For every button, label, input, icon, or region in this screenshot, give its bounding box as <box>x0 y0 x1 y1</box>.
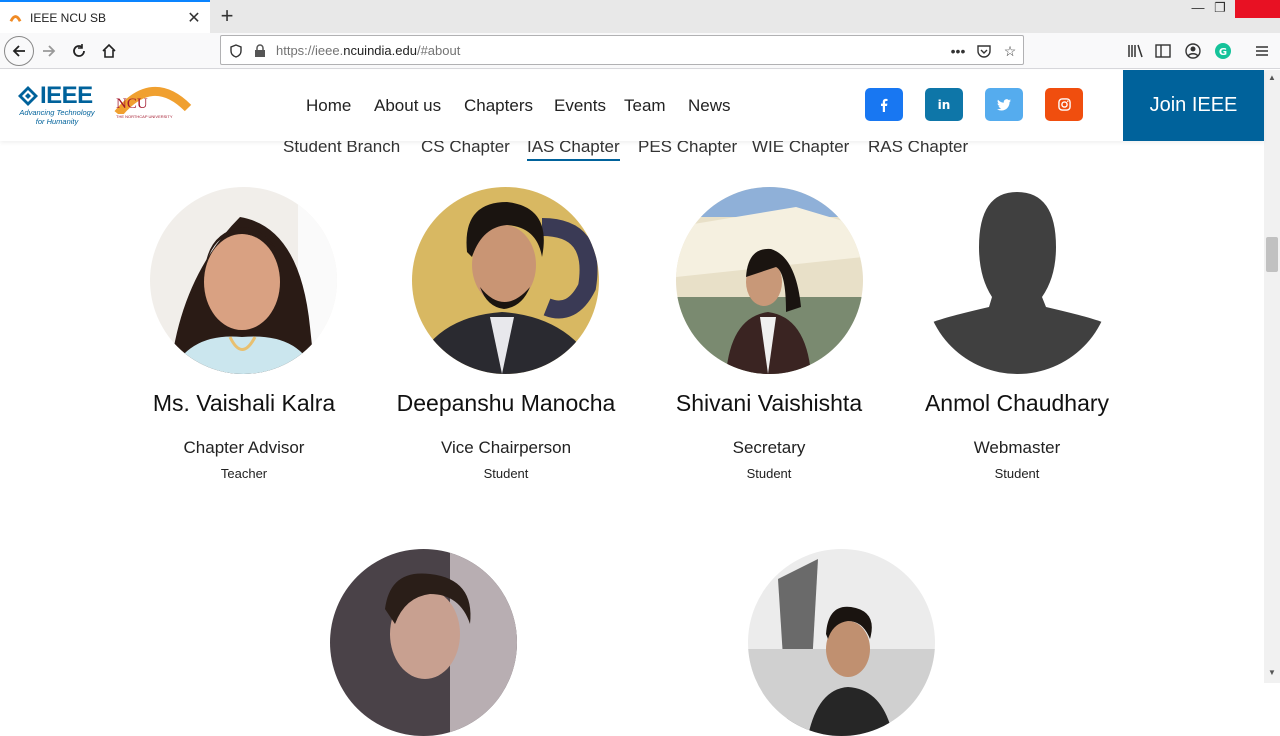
page-scrollbar[interactable] <box>1264 70 1280 683</box>
default-avatar-icon <box>924 187 1111 374</box>
new-tab-button[interactable]: + <box>216 4 238 28</box>
ncu-logo-subtext: THE NORTHCAP UNIVERSITY <box>116 114 173 119</box>
browser-tab[interactable]: IEEE NCU SB ✕ <box>0 0 210 33</box>
member-role: Chapter Advisor <box>183 438 305 457</box>
sidebar-icon[interactable] <box>1153 41 1173 61</box>
scroll-up-icon[interactable]: ▲ <box>1264 70 1280 86</box>
facebook-icon <box>881 98 888 112</box>
join-ieee-button[interactable]: Join IEEE <box>1123 70 1264 141</box>
back-button[interactable] <box>4 36 34 66</box>
member-type: Student <box>483 466 529 481</box>
instagram-icon <box>1057 98 1071 111</box>
shield-icon[interactable] <box>227 42 245 60</box>
bookmark-star-icon[interactable]: ☆ <box>1001 42 1019 60</box>
member-photo <box>676 187 863 374</box>
ncu-logo[interactable]: NCU THE NORTHCAP UNIVERSITY <box>112 80 192 130</box>
library-icon[interactable] <box>1125 41 1145 61</box>
member-type: Teacher <box>220 466 268 481</box>
nav-news[interactable]: News <box>688 96 731 116</box>
member-role: Secretary <box>732 438 806 457</box>
member-name: Anmol Chaudhary <box>924 390 1110 416</box>
svg-text:G: G <box>1219 47 1227 58</box>
nav-about-us[interactable]: About us <box>374 96 441 116</box>
ieee-diamond-icon <box>18 86 38 106</box>
tab-close-icon[interactable]: ✕ <box>186 8 202 28</box>
tab-title: IEEE NCU SB <box>30 10 107 25</box>
grammarly-icon[interactable]: G <box>1213 41 1233 61</box>
lock-icon[interactable] <box>251 42 269 60</box>
pocket-icon[interactable] <box>975 42 993 60</box>
member-role: Vice Chairperson <box>440 438 572 457</box>
forward-arrow-icon <box>43 45 56 57</box>
member-photo <box>748 549 935 736</box>
nav-team[interactable]: Team <box>624 96 666 116</box>
linkedin-button[interactable]: in <box>925 88 963 121</box>
browser-toolbar: https://ieee.ncuindia.edu/#about ••• ☆ G <box>0 33 1280 69</box>
home-button[interactable] <box>94 36 124 66</box>
ncu-logo-text: NCU <box>116 96 148 112</box>
ieee-logo[interactable]: IEEE Advancing Technology for Humanity <box>18 82 98 128</box>
reload-icon <box>73 44 85 57</box>
member-photo <box>412 187 599 374</box>
ieee-logo-text: IEEE <box>40 82 93 109</box>
reload-button[interactable] <box>64 36 94 66</box>
nav-chapters[interactable]: Chapters <box>464 96 533 116</box>
url-text: https://ieee.ncuindia.edu/#about <box>276 43 461 58</box>
page-actions-icon[interactable]: ••• <box>949 42 967 60</box>
nav-events[interactable]: Events <box>554 96 606 116</box>
member-name: Ms. Vaishali Kalra <box>152 390 336 416</box>
minimize-icon[interactable]: — <box>1188 0 1208 18</box>
member-photo <box>924 187 1111 374</box>
address-bar[interactable]: https://ieee.ncuindia.edu/#about ••• ☆ <box>220 35 1024 65</box>
member-type: Student <box>746 466 792 481</box>
instagram-button[interactable] <box>1045 88 1083 121</box>
twitter-icon <box>997 98 1011 111</box>
member-name: Shivani Vaishishta <box>675 390 863 416</box>
restore-icon[interactable]: ❐ <box>1210 0 1230 18</box>
account-icon[interactable] <box>1183 41 1203 61</box>
menu-icon[interactable] <box>1252 41 1272 61</box>
facebook-button[interactable] <box>865 88 903 121</box>
scrollbar-thumb[interactable] <box>1266 237 1278 272</box>
linkedin-icon: in <box>937 97 951 112</box>
member-photo <box>330 549 517 736</box>
forward-button[interactable] <box>34 36 64 66</box>
home-icon <box>102 43 116 58</box>
scroll-down-icon[interactable]: ▼ <box>1264 665 1280 681</box>
member-role: Webmaster <box>973 438 1061 457</box>
nav-home[interactable]: Home <box>306 96 351 116</box>
browser-tab-strip: IEEE NCU SB ✕ + — ❐ <box>0 0 1280 33</box>
member-name: Deepanshu Manocha <box>396 390 616 416</box>
member-type: Student <box>994 466 1040 481</box>
site-favicon-icon <box>8 11 22 25</box>
member-photo <box>150 187 337 374</box>
window-close-button[interactable] <box>1235 0 1280 18</box>
twitter-button[interactable] <box>985 88 1023 121</box>
site-header: IEEE Advancing Technology for Humanity N… <box>0 70 1264 141</box>
back-arrow-icon <box>12 45 25 57</box>
ieee-tagline: Advancing Technology for Humanity <box>19 108 95 126</box>
